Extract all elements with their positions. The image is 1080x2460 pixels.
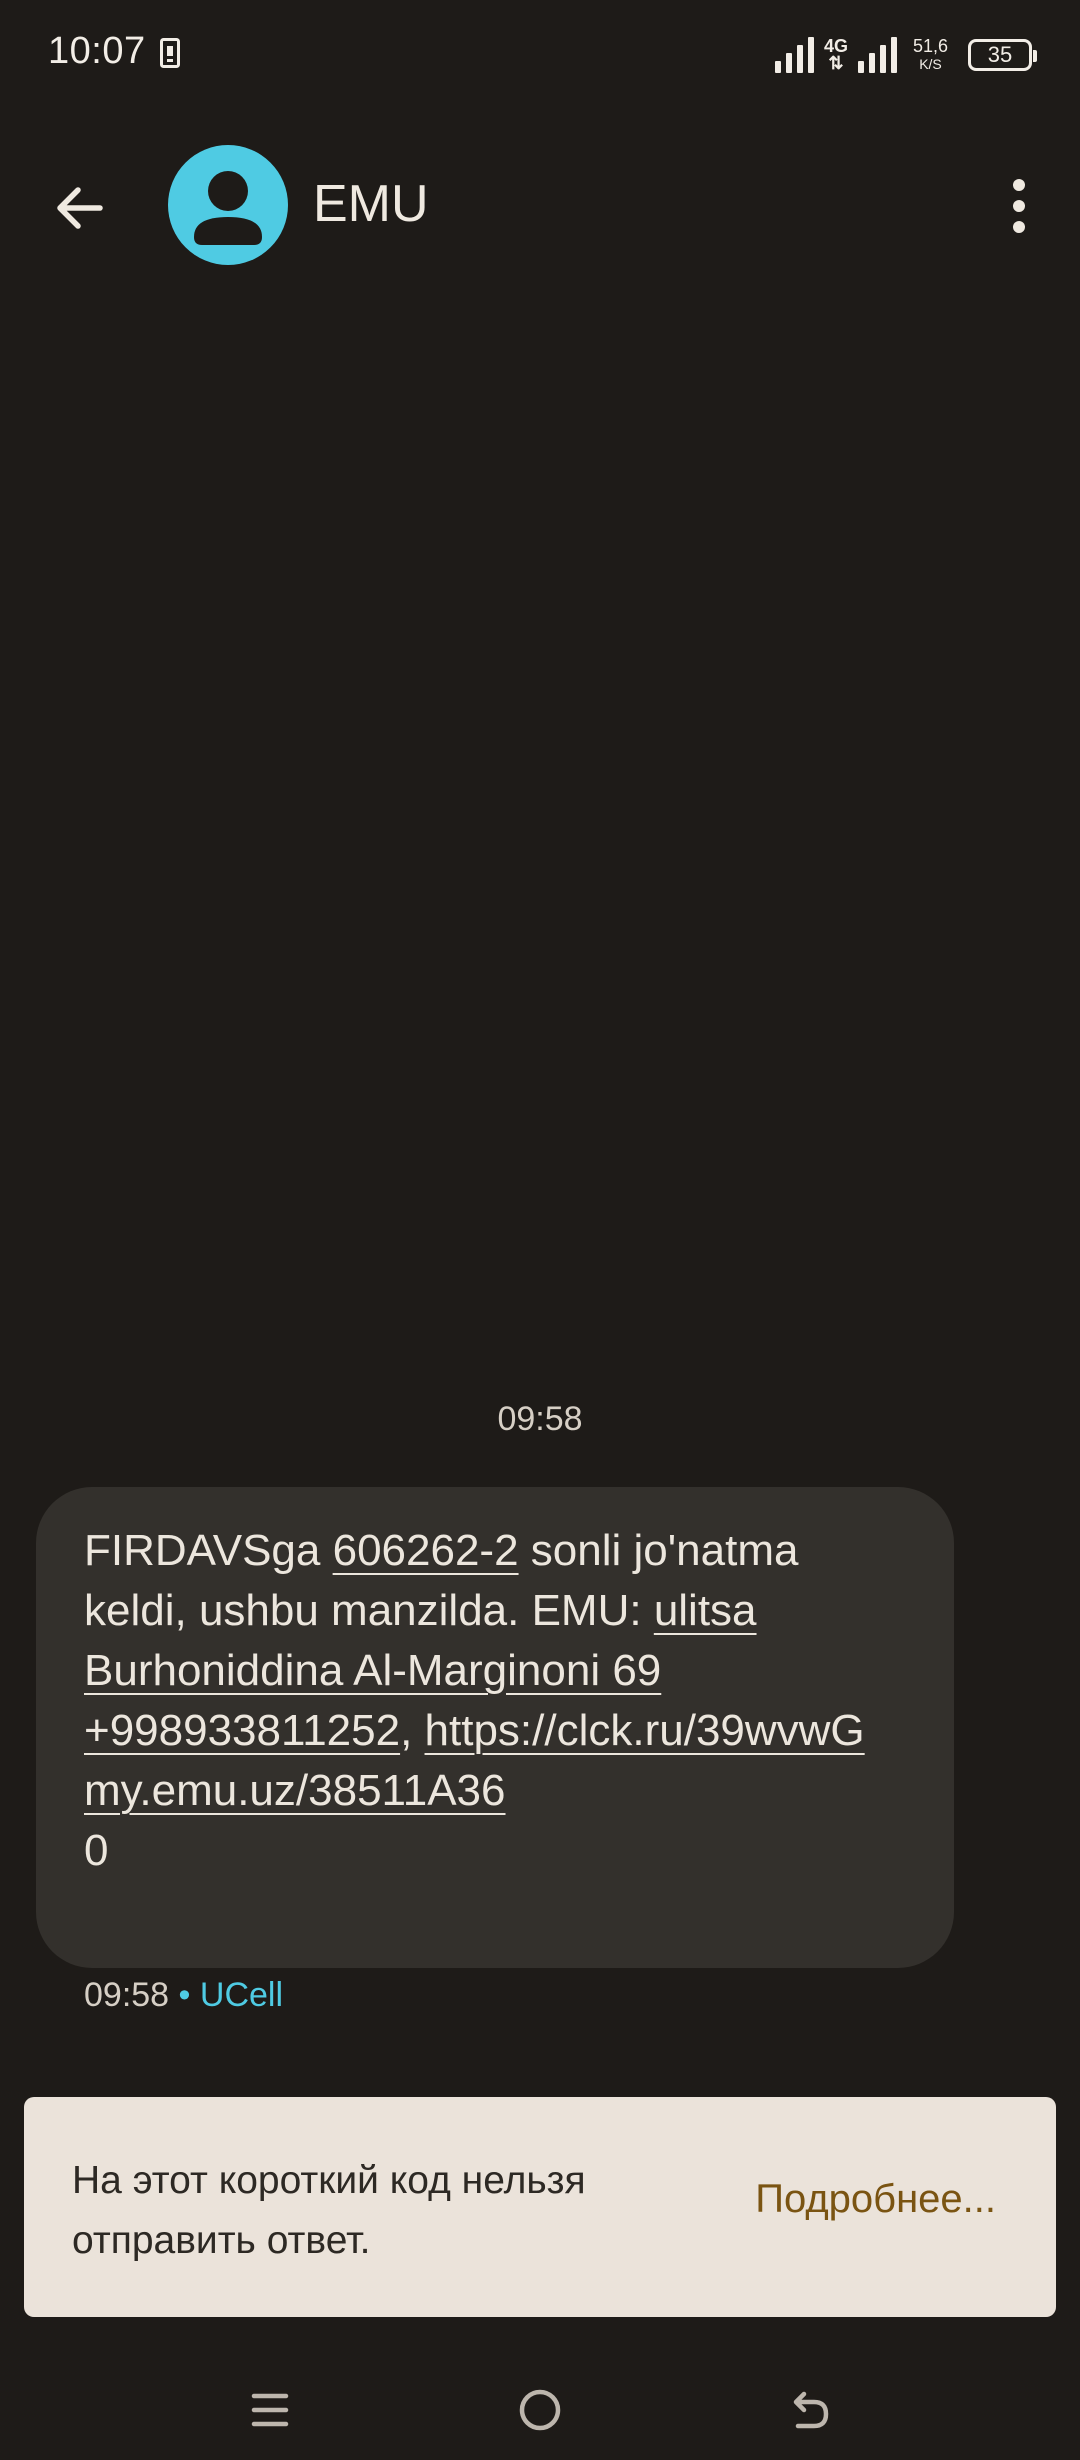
recents-button[interactable] xyxy=(230,2380,310,2440)
home-button[interactable] xyxy=(500,2380,580,2440)
tracking-number-link[interactable]: 606262-2 xyxy=(333,1526,519,1575)
message-text: FIRDAVSga xyxy=(84,1526,333,1575)
more-vert-icon-dot xyxy=(1013,221,1025,233)
arrow-back-icon xyxy=(57,187,103,229)
more-vert-icon-dot xyxy=(1013,179,1025,191)
banner-text: На этот короткий код нельзя отправить от… xyxy=(72,2159,586,2262)
message-time: 09:58 xyxy=(84,1976,170,2014)
more-options-button[interactable] xyxy=(984,166,1054,246)
back-nav-button[interactable] xyxy=(770,2380,850,2440)
battery-level: 35 xyxy=(987,42,1013,67)
phone-link[interactable]: +998933811252 xyxy=(84,1706,400,1755)
status-indicators: 4G ⇅ 51,6 K/S 35 xyxy=(774,30,1037,80)
url-link-2[interactable]: my.emu.uz/38511A36 xyxy=(84,1766,506,1815)
messages-screen: 10:07 4G ⇅ 51,6 K/S 35 EMU 09:58 FIRDAVS… xyxy=(0,0,1080,2460)
meta-separator: • xyxy=(169,1976,200,2014)
message-bubble[interactable]: FIRDAVSga 606262-2 sonli jo'natma keldi,… xyxy=(36,1487,954,1968)
contact-name[interactable]: EMU xyxy=(313,174,429,234)
signal-strength-icon-2 xyxy=(857,37,897,73)
system-navigation-bar xyxy=(0,2360,1080,2460)
message-text-tail: 0 xyxy=(84,1826,109,1875)
home-circle-icon xyxy=(519,2389,561,2431)
data-arrows-icon: ⇅ xyxy=(828,53,844,73)
status-time: 10:07 xyxy=(48,30,146,72)
conversation-header: EMU xyxy=(0,140,1080,270)
sim-label: UCell xyxy=(199,1976,284,2014)
network-type-indicator: 4G ⇅ xyxy=(824,37,848,73)
more-vert-icon-dot xyxy=(1013,200,1025,212)
back-arrow-icon xyxy=(793,2391,829,2429)
back-button[interactable] xyxy=(40,168,120,248)
signal-strength-icon xyxy=(774,37,814,73)
sim-card-icon xyxy=(160,38,180,68)
message-text: , xyxy=(400,1706,425,1755)
menu-lines-icon xyxy=(251,2393,289,2427)
network-speed-unit: K/S xyxy=(919,56,942,72)
person-icon xyxy=(194,171,262,245)
conversation-date-divider: 09:58 xyxy=(497,1400,583,1438)
network-speed-value: 51,6 xyxy=(912,36,948,56)
short-code-info-banner: На этот короткий код нельзя отправить от… xyxy=(24,2097,1056,2317)
status-bar: 10:07 4G ⇅ 51,6 K/S 35 xyxy=(0,0,1080,110)
message-meta: 09:58 • UCell xyxy=(84,1976,283,2015)
url-link[interactable]: https://clck.ru/39wvwG xyxy=(425,1706,865,1755)
network-speed: 51,6 K/S xyxy=(913,37,948,73)
learn-more-link[interactable]: Подробнее... xyxy=(755,2177,996,2222)
battery-icon: 35 xyxy=(968,39,1037,71)
contact-avatar[interactable] xyxy=(168,145,288,265)
